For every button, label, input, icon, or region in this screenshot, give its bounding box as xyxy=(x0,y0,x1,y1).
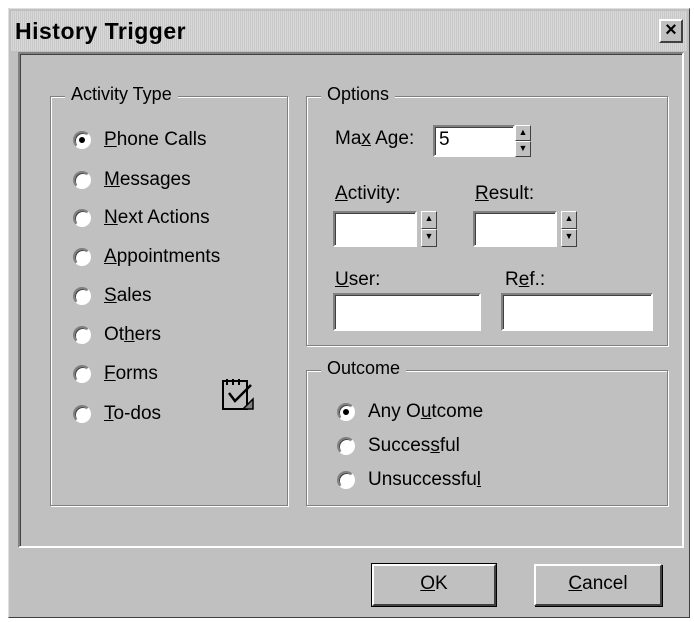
notepad-check-icon xyxy=(219,375,259,420)
radio-label: Appointments xyxy=(104,246,221,267)
radio-button[interactable] xyxy=(337,403,355,421)
radio-label: Messages xyxy=(104,169,191,190)
close-button[interactable]: × xyxy=(659,19,683,43)
activity-label: Activity: xyxy=(335,183,401,204)
cancel-button[interactable]: Cancel xyxy=(534,564,662,606)
activity-input[interactable] xyxy=(333,211,417,247)
ref-input[interactable] xyxy=(501,293,653,331)
radio-button[interactable] xyxy=(73,131,91,149)
max-age-input[interactable]: 5 xyxy=(433,125,515,157)
outcome-legend: Outcome xyxy=(321,358,407,379)
max-age-label: Max Age: xyxy=(335,128,415,149)
radio-button[interactable] xyxy=(73,287,91,305)
radio-phone-calls[interactable]: Phone Calls xyxy=(73,129,206,151)
user-input[interactable] xyxy=(333,293,481,331)
dialog-content-panel: Activity Type Phone Calls Messages Next … xyxy=(18,52,684,548)
radio-others[interactable]: Others xyxy=(73,324,161,346)
radio-label: Forms xyxy=(104,363,158,384)
radio-successful[interactable]: Successful xyxy=(337,435,460,457)
radio-button[interactable] xyxy=(73,405,91,423)
title-bar: History Trigger × xyxy=(11,11,687,51)
ref-label: Ref.: xyxy=(505,269,546,290)
result-spinner[interactable]: ▲ ▼ xyxy=(561,211,577,247)
radio-button[interactable] xyxy=(337,471,355,489)
radio-button[interactable] xyxy=(73,209,91,227)
radio-label: Next Actions xyxy=(104,207,210,228)
radio-label: Phone Calls xyxy=(104,129,207,150)
radio-label: Unsuccessful xyxy=(368,469,482,490)
ok-button[interactable]: OK xyxy=(371,563,497,607)
radio-appointments[interactable]: Appointments xyxy=(73,246,220,268)
radio-button[interactable] xyxy=(73,248,91,266)
radio-button[interactable] xyxy=(73,326,91,344)
result-label: Result: xyxy=(475,183,535,204)
radio-unsuccessful[interactable]: Unsuccessful xyxy=(337,469,481,491)
radio-button[interactable] xyxy=(73,365,91,383)
radio-button[interactable] xyxy=(73,171,91,189)
options-legend: Options xyxy=(321,84,396,105)
user-label: User: xyxy=(335,269,381,290)
window-title: History Trigger xyxy=(15,18,187,44)
radio-next-actions[interactable]: Next Actions xyxy=(73,207,210,229)
radio-forms[interactable]: Forms xyxy=(73,363,158,385)
radio-label: Successful xyxy=(368,435,460,456)
radio-sales[interactable]: Sales xyxy=(73,285,152,307)
radio-any-outcome[interactable]: Any Outcome xyxy=(337,401,483,423)
max-age-spinner[interactable]: ▲ ▼ xyxy=(515,125,531,157)
radio-label: Others xyxy=(104,324,162,345)
radio-label: To-dos xyxy=(104,403,162,424)
activity-spinner[interactable]: ▲ ▼ xyxy=(421,211,437,247)
outcome-group: Outcome Any Outcome Successful Unsuccess… xyxy=(306,358,668,506)
result-input[interactable] xyxy=(473,211,557,247)
radio-messages[interactable]: Messages xyxy=(73,169,191,191)
radio-label: Sales xyxy=(104,285,152,306)
activity-type-legend: Activity Type xyxy=(65,84,178,105)
radio-button[interactable] xyxy=(337,437,355,455)
activity-type-group: Activity Type Phone Calls Messages Next … xyxy=(50,84,288,506)
radio-to-dos[interactable]: To-dos xyxy=(73,403,161,425)
radio-label: Any Outcome xyxy=(368,401,484,422)
options-group: Options Max Age: 5 ▲ ▼ Activity: ▲ ▼ Resul… xyxy=(306,84,668,346)
